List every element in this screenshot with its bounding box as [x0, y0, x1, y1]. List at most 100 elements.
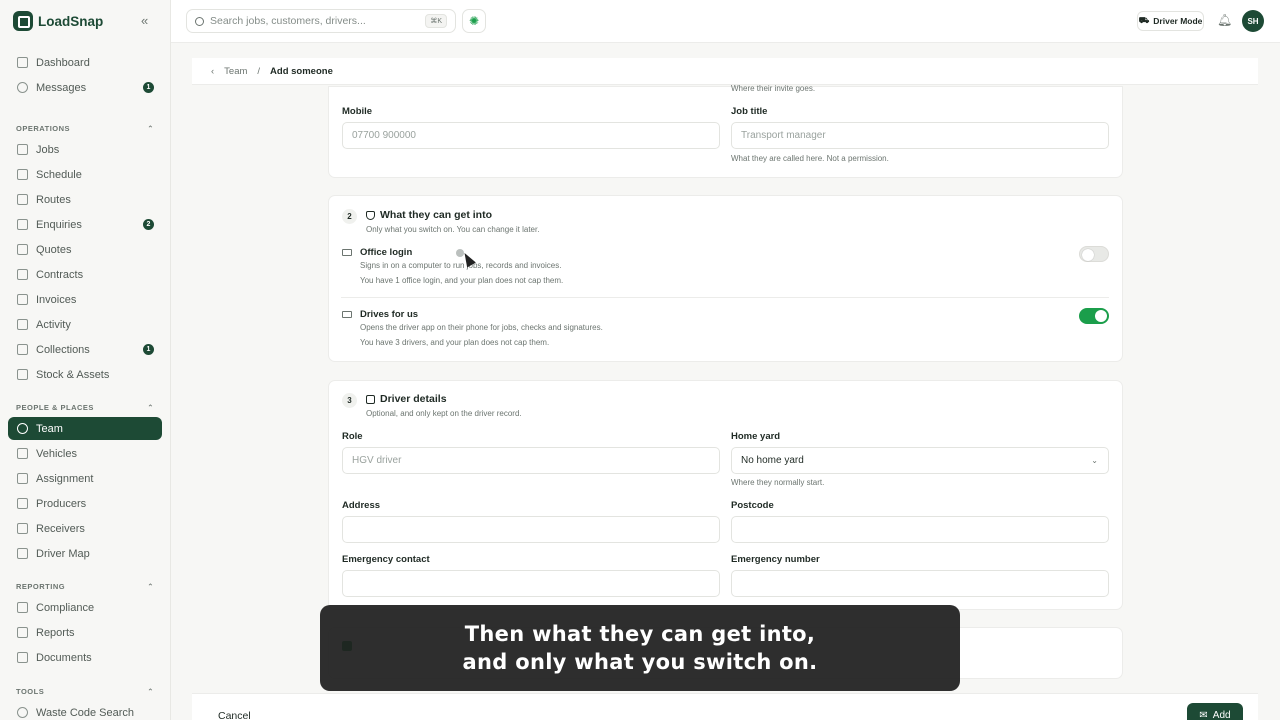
truck-icon [342, 311, 352, 318]
form-footer: Cancel ✉ Add [192, 693, 1258, 720]
brand[interactable]: LoadSnap [13, 11, 103, 31]
sidebar-item-stock[interactable]: Stock & Assets [8, 363, 162, 386]
drives-for-us-toggle[interactable] [1079, 308, 1109, 324]
sidebar-item-compliance[interactable]: Compliance [8, 596, 162, 619]
address-label: Address [342, 500, 381, 511]
driver-details-subtitle: Optional, and only kept on the driver re… [366, 409, 522, 418]
sidebar-item-receivers[interactable]: Receivers [8, 517, 162, 540]
section-operations[interactable]: OPERATIONS ⌃ [16, 124, 154, 133]
loadsnap-logo-icon [13, 11, 33, 31]
truck-icon: ⛟ [1138, 15, 1150, 25]
sidebar-item-invoices[interactable]: Invoices [8, 288, 162, 311]
breadcrumb-team[interactable]: Team [224, 66, 247, 77]
mobile-input[interactable]: 07700 900000 [342, 122, 720, 149]
bell-icon[interactable]: 🔔︎ [1217, 13, 1232, 27]
sidebar-item-jobs[interactable]: Jobs [8, 138, 162, 161]
postcode-input[interactable] [731, 516, 1109, 543]
cancel-button[interactable]: Cancel [218, 710, 251, 720]
section-tools[interactable]: TOOLS ⌃ [16, 687, 154, 696]
messages-badge: 1 [143, 82, 154, 93]
message-icon [17, 82, 28, 93]
emergency-contact-input[interactable] [342, 570, 720, 597]
sidebar-item-vehicles[interactable]: Vehicles [8, 442, 162, 465]
job-title-label: Job title [731, 106, 768, 117]
step-number: 3 [342, 393, 357, 408]
pin-icon [17, 498, 28, 509]
mobile-label: Mobile [342, 106, 373, 117]
sidebar-item-waste-code-search[interactable]: Waste Code Search [8, 701, 162, 720]
sidebar-item-collections[interactable]: Collections 1 [8, 338, 162, 361]
sidebar-item-schedule[interactable]: Schedule [8, 163, 162, 186]
users-icon [17, 423, 28, 434]
clipboard-icon [17, 144, 28, 155]
back-icon[interactable]: ‹ [211, 66, 214, 77]
drives-title: Drives for us [360, 309, 419, 320]
office-login-desc: Signs in on a computer to run jobs, reco… [360, 261, 562, 270]
sidebar-item-quotes[interactable]: Quotes [8, 238, 162, 261]
office-login-toggle[interactable] [1079, 246, 1109, 262]
dashboard-icon [17, 57, 28, 68]
sidebar-item-driver-map[interactable]: Driver Map [8, 542, 162, 565]
postcode-label: Postcode [731, 500, 774, 511]
topbar: Search jobs, customers, drivers... ⌘K ✺ … [171, 0, 1280, 43]
home-yard-select[interactable]: No home yard ⌄ [731, 447, 1109, 474]
sidebar-item-enquiries[interactable]: Enquiries 2 [8, 213, 162, 236]
home-yard-label: Home yard [731, 431, 781, 442]
invoice-icon [17, 294, 28, 305]
job-title-input[interactable]: Transport manager [731, 122, 1109, 149]
chevron-down-icon: ⌄ [1091, 456, 1098, 465]
sidebar-item-dashboard[interactable]: Dashboard [8, 51, 162, 74]
box-icon [17, 369, 28, 380]
caption-line-1: Then what they can get into, [464, 622, 816, 646]
sidebar-item-activity[interactable]: Activity [8, 313, 162, 336]
search-input[interactable]: Search jobs, customers, drivers... ⌘K [186, 9, 456, 33]
breadcrumb-separator: / [257, 65, 261, 77]
emergency-number-input[interactable] [731, 570, 1109, 597]
sidebar-item-reports[interactable]: Reports [8, 621, 162, 644]
search-icon [195, 16, 204, 26]
shield-icon [17, 602, 28, 613]
section-reporting[interactable]: REPORTING ⌃ [16, 582, 154, 591]
driver-mode-button[interactable]: ⛟ Driver Mode [1137, 11, 1204, 31]
search-placeholder: Search jobs, customers, drivers... [210, 15, 366, 27]
toggle-knob [1082, 249, 1094, 261]
role-input[interactable]: HGV driver [342, 447, 720, 474]
sidebar-item-team[interactable]: Team [8, 417, 162, 440]
collapse-sidebar-button[interactable]: « [141, 13, 148, 28]
enquiries-badge: 2 [143, 219, 154, 230]
sidebar-item-contracts[interactable]: Contracts [8, 263, 162, 286]
home-yard-hint: Where they normally start. [731, 478, 825, 487]
sidebar-item-routes[interactable]: Routes [8, 188, 162, 211]
office-login-note: You have 1 office login, and your plan d… [360, 276, 564, 285]
breadcrumb-current: Add someone [270, 65, 333, 77]
sidebar-item-producers[interactable]: Producers [8, 492, 162, 515]
toggle-knob [1095, 310, 1107, 322]
quote-icon [17, 244, 28, 255]
caption-line-2: and only what you switch on. [462, 650, 818, 674]
video-caption: Then what they can get into, and only wh… [320, 605, 960, 691]
sidebar-item-messages[interactable]: Messages 1 [8, 76, 162, 99]
drives-desc: Opens the driver app on their phone for … [360, 323, 603, 332]
assistant-button[interactable]: ✺ [462, 9, 486, 33]
navigation-icon [17, 548, 28, 559]
sidebar-item-documents[interactable]: Documents [8, 646, 162, 669]
avatar[interactable]: SH [1242, 10, 1264, 32]
emergency-number-label: Emergency number [731, 554, 820, 565]
section-people[interactable]: PEOPLE & PLACES ⌃ [16, 403, 154, 412]
add-button[interactable]: ✉ Add [1187, 703, 1243, 720]
search-shortcut: ⌘K [425, 14, 447, 28]
chevron-up-icon: ⌃ [147, 403, 154, 412]
route-icon [17, 194, 28, 205]
shield-icon [366, 210, 375, 220]
breadcrumb: ‹ Team / Add someone [192, 58, 1258, 85]
chevron-up-icon: ⌃ [147, 687, 154, 696]
activity-icon [17, 319, 28, 330]
address-input[interactable] [342, 516, 720, 543]
search-icon [17, 707, 28, 718]
chevron-up-icon: ⌃ [147, 124, 154, 133]
chevron-up-icon: ⌃ [147, 582, 154, 591]
sidebar-item-assignment[interactable]: Assignment [8, 467, 162, 490]
inbox-icon [17, 219, 28, 230]
sparkle-icon: ✺ [468, 14, 480, 28]
sidebar: LoadSnap « Dashboard Messages 1 OPERATION… [0, 0, 171, 720]
